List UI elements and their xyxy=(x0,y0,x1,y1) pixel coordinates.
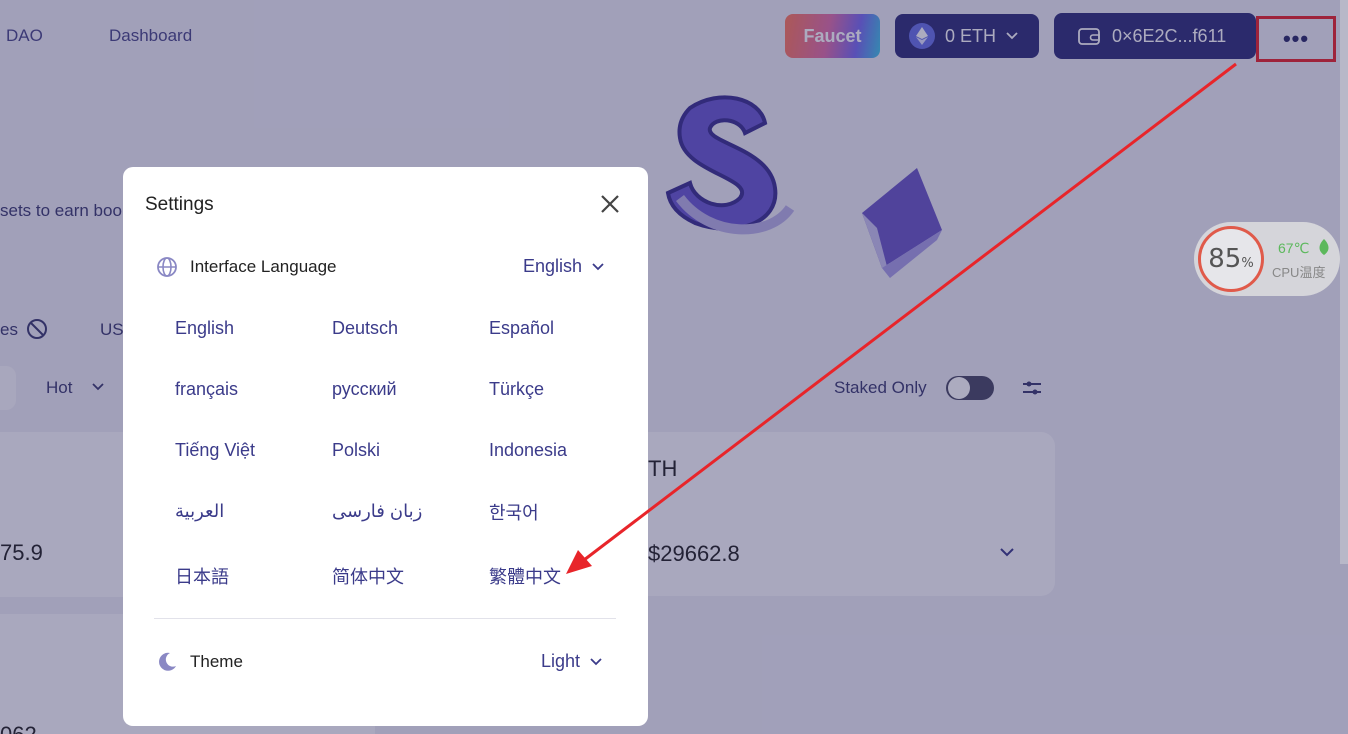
theme-select[interactable]: Light xyxy=(541,651,602,672)
settings-title: Settings xyxy=(145,194,214,215)
language-option-russian[interactable]: русский xyxy=(332,379,397,400)
chevron-down-icon xyxy=(590,657,602,665)
cpu-usage-unit: % xyxy=(1241,255,1254,271)
language-option-polish[interactable]: Polski xyxy=(332,440,380,461)
language-option-japanese[interactable]: 日本語 xyxy=(175,563,229,589)
cpu-usage-value: 85 xyxy=(1208,244,1242,274)
globe-icon xyxy=(157,257,177,277)
cpu-monitor-widget: 85% 67℃ CPU温度 xyxy=(1194,222,1340,296)
language-option-turkish[interactable]: Türkçe xyxy=(489,379,544,400)
language-option-arabic[interactable]: العربية xyxy=(175,501,224,522)
interface-language-value: English xyxy=(523,256,583,276)
language-option-english[interactable]: English xyxy=(175,318,234,339)
language-option-simplified-chinese[interactable]: 简体中文 xyxy=(332,563,404,589)
language-option-deutsch[interactable]: Deutsch xyxy=(332,318,398,339)
page-scrollbar[interactable] xyxy=(1340,0,1348,564)
close-icon[interactable] xyxy=(597,191,623,217)
interface-language-label: Interface Language xyxy=(190,257,337,276)
language-option-traditional-chinese[interactable]: 繁體中文 xyxy=(489,563,561,589)
moon-icon xyxy=(159,652,176,671)
leaf-icon xyxy=(1319,239,1329,255)
cpu-usage-ring: 85% xyxy=(1198,226,1264,292)
language-option-korean[interactable]: 한국어 xyxy=(489,499,539,525)
cpu-temp-label: CPU温度 xyxy=(1272,265,1326,280)
settings-divider xyxy=(154,618,616,619)
theme-value: Light xyxy=(541,651,581,671)
theme-label: Theme xyxy=(190,652,243,671)
language-option-francais[interactable]: français xyxy=(175,379,238,400)
language-option-vietnamese[interactable]: Tiếng Việt xyxy=(175,440,255,461)
language-option-persian[interactable]: زبان فارسی xyxy=(332,501,422,522)
language-option-espanol[interactable]: Español xyxy=(489,318,554,339)
settings-modal: Settings Interface Language English Engl… xyxy=(123,167,648,726)
chevron-down-icon xyxy=(592,262,604,270)
language-option-indonesian[interactable]: Indonesia xyxy=(489,440,567,461)
cpu-temp-value: 67℃ xyxy=(1278,240,1310,256)
interface-language-select[interactable]: English xyxy=(523,256,604,277)
